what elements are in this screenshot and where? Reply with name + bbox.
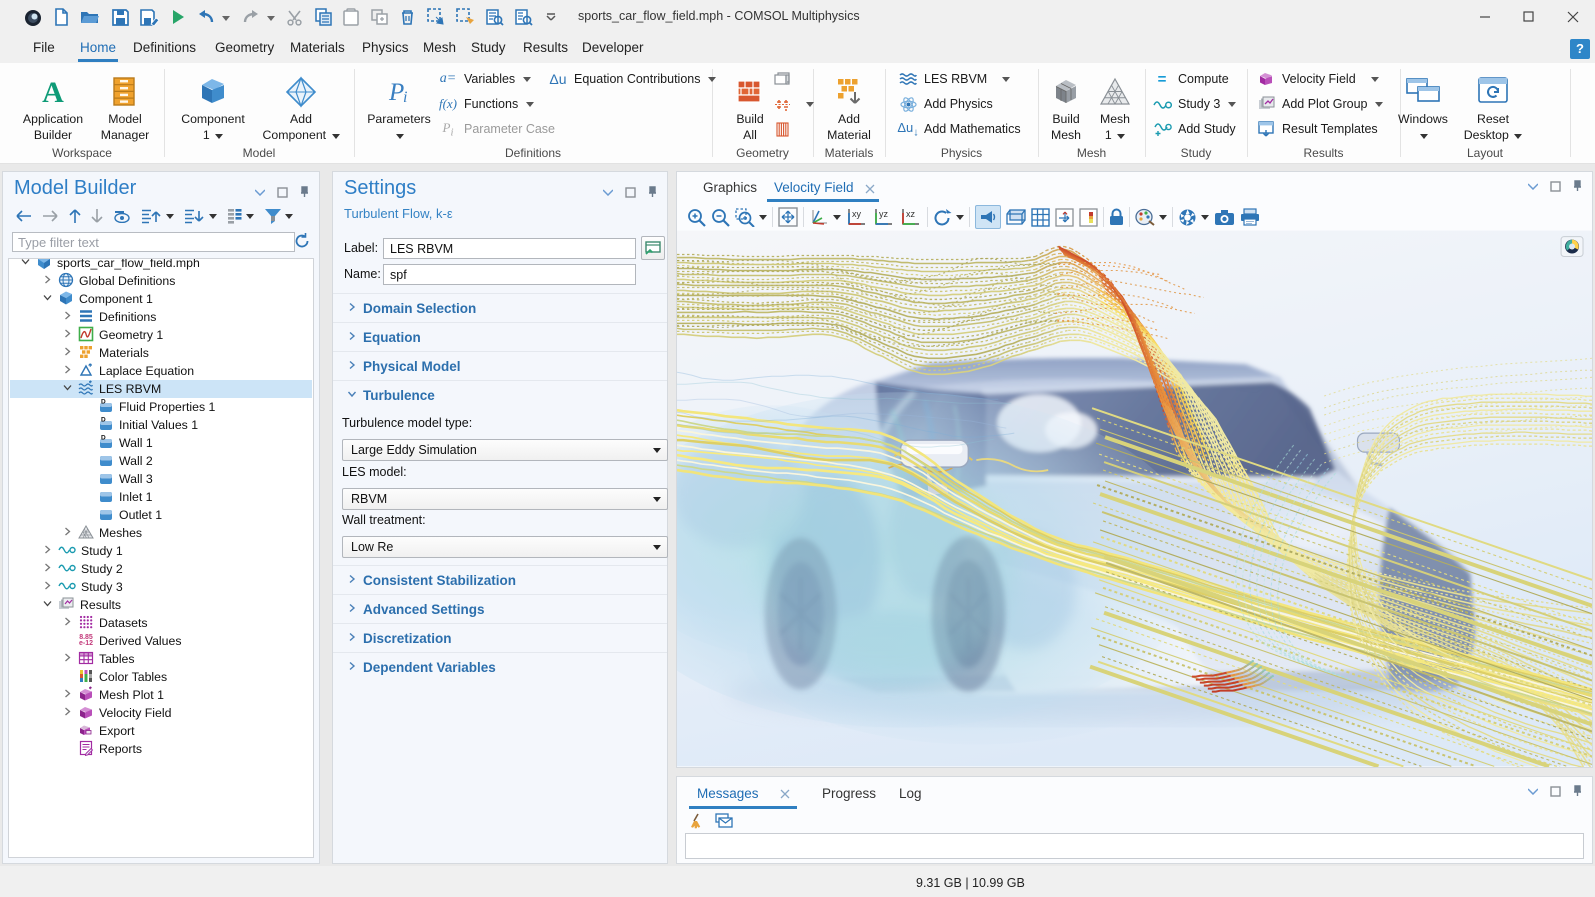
svg-text:D: D [101,434,106,441]
svg-text:D: D [101,398,106,405]
svg-text:i: i [403,89,407,106]
svg-text:D: D [101,416,106,423]
svg-text:P: P [388,79,404,106]
svg-text:xy: xy [852,209,862,219]
svg-text:yz: yz [879,209,889,219]
svg-text:xz: xz [906,209,916,219]
svg-text:A: A [42,76,64,109]
